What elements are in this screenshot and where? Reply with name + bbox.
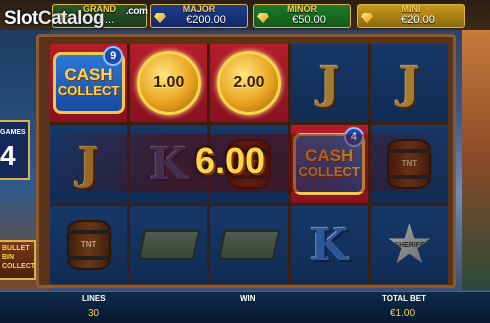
reel-1-row-1: CASH COLLECT 9 [50, 44, 128, 122]
side-logo-line-3: COLLECT [2, 263, 36, 270]
free-games-count: 4 [0, 140, 16, 171]
tnt-barrel-symbol: TNT [66, 220, 111, 270]
letter-j-symbol: J [398, 57, 420, 109]
letter-j-symbol: J [318, 57, 340, 109]
jackpot-minor: MINOR €50.00 [253, 4, 351, 28]
gem-icon [257, 13, 269, 23]
win-amount: 6.00 [195, 140, 266, 181]
side-logo-line-1: BULLET [2, 245, 30, 252]
jackpot-minor-value: €50.00 [292, 14, 326, 26]
collect-text: COLLECT [57, 83, 120, 98]
bullet-bin-collect-logo: BULLET BIN COLLECT [0, 240, 36, 280]
reel-2-row-1: 1.00 [130, 44, 208, 122]
logo-brand: Slot [4, 8, 38, 29]
reel-2-row-3 [130, 206, 208, 284]
jackpot-mini-label: MINI [401, 4, 421, 14]
reel-3-row-3 [210, 206, 288, 284]
reel-4-row-3: K [290, 206, 368, 284]
letter-k-symbol: K [310, 219, 349, 271]
jackpot-mini-value: €20.00 [401, 14, 435, 26]
gem-icon [154, 13, 166, 23]
logo-tld: .com [126, 6, 148, 17]
win-label: WIN [240, 294, 256, 303]
sheriff-badge-symbol: SHERIFF [388, 223, 431, 264]
reel-5-row-3: SHERIFF [370, 206, 448, 284]
jackpot-major-label: MAJOR [182, 4, 216, 14]
sheriff-text: SHERIFF [394, 241, 425, 249]
total-bet-label: TOTAL BET [382, 294, 426, 303]
reel-3-row-1: 2.00 [210, 44, 288, 122]
background-right [462, 30, 490, 290]
side-logo-line-2: BIN [2, 254, 15, 261]
cash-text: CASH [64, 65, 113, 84]
coin-symbol: 1.00 [136, 51, 201, 115]
jackpot-minor-label: MINOR [287, 4, 317, 14]
reel-5-row-1: J [370, 44, 448, 122]
jackpot-mini: MINI €20.00 [357, 4, 465, 28]
lines-label: LINES [82, 294, 106, 303]
reel-1-row-3: TNT [50, 206, 128, 284]
gem-icon [361, 13, 373, 23]
dynamite-box-symbol [137, 230, 200, 260]
reel-4-row-1: J [290, 44, 368, 122]
dynamite-box-symbol [217, 230, 281, 260]
free-games-label: GAMES [0, 129, 26, 136]
jackpot-major-value: €200.00 [186, 14, 226, 26]
coin-symbol: 2.00 [216, 51, 281, 115]
logo-brand-2: Catalog [37, 8, 105, 29]
total-bet-value: €1.00 [390, 308, 416, 319]
tnt-text: TNT [80, 240, 97, 249]
jackpot-major: MAJOR €200.00 [150, 4, 248, 28]
slotcatalog-logo: SlotCatalog .com [4, 6, 148, 30]
lines-value: 30 [88, 308, 100, 319]
